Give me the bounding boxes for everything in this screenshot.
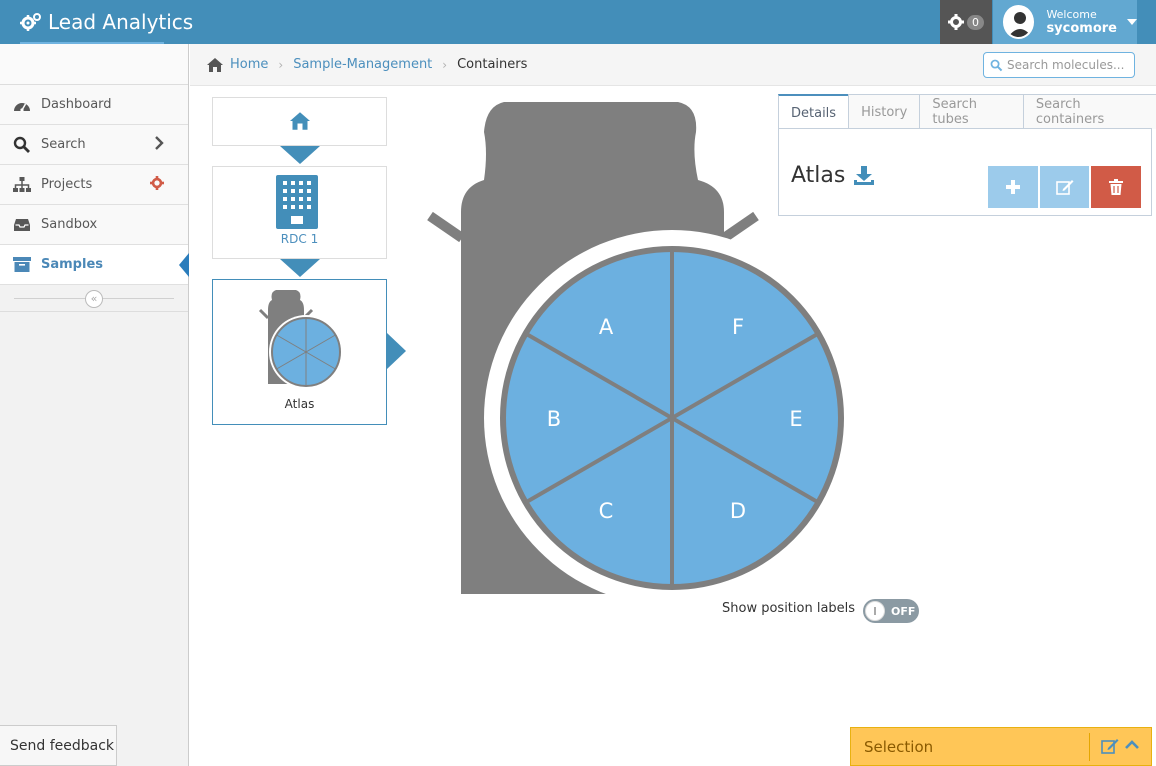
gear-icon[interactable] [150, 175, 164, 194]
hierarchy-home[interactable] [212, 97, 387, 146]
chevron-right-icon [154, 135, 164, 154]
position-c[interactable]: C [599, 499, 614, 523]
edit-icon [1055, 180, 1073, 195]
home-icon [290, 112, 310, 130]
position-b[interactable]: B [547, 407, 561, 431]
home-icon [207, 57, 223, 72]
double-chevron-left-icon[interactable]: « [85, 290, 103, 308]
settings-notifications[interactable]: 0 [940, 0, 992, 44]
cogs-icon [20, 13, 41, 31]
position-f[interactable]: F [732, 315, 744, 339]
details-tabs: Details History Search tubes Search cont… [778, 94, 1156, 130]
position-a[interactable]: A [599, 315, 614, 339]
breadcrumb-current: Containers [457, 57, 528, 72]
breadcrumb-home[interactable]: Home [230, 57, 268, 72]
sidebar-item-label: Sandbox [41, 217, 98, 232]
inbox-icon [12, 215, 32, 235]
hierarchy-building[interactable]: RDC 1 [212, 166, 387, 259]
hierarchy-container-atlas[interactable]: Atlas [212, 279, 387, 425]
position-labels-label: Show position labels [722, 601, 856, 616]
position-e[interactable]: E [789, 407, 802, 431]
add-button[interactable] [988, 166, 1038, 208]
breadcrumb-separator: › [278, 57, 284, 72]
sidebar-item-projects[interactable]: Projects [0, 165, 188, 205]
app-title: Lead Analytics [48, 10, 194, 34]
edit-button[interactable] [1039, 166, 1089, 208]
position-labels-toggle[interactable]: OFF [863, 599, 919, 623]
breadcrumb-separator: › [442, 57, 448, 72]
position-d[interactable]: D [730, 499, 746, 523]
tab-details[interactable]: Details [778, 94, 850, 130]
dashboard-icon [12, 95, 32, 115]
building-label: RDC 1 [280, 232, 319, 246]
plus-icon [1006, 180, 1020, 194]
dewar-handle-left [427, 211, 465, 243]
selection-panel[interactable]: Selection [850, 727, 1152, 766]
sidebar-collapse-row: « [0, 285, 188, 312]
tab-search-tubes[interactable]: Search tubes [919, 94, 1024, 129]
selection-label: Selection [864, 737, 934, 756]
hierarchy-arrow [280, 146, 320, 164]
search-icon [12, 135, 32, 155]
user-menu[interactable]: Welcome sycomore [993, 0, 1137, 44]
delete-button[interactable] [1091, 166, 1141, 208]
chevron-up-icon[interactable] [1125, 738, 1139, 752]
username: sycomore [1046, 21, 1117, 36]
search-icon [990, 59, 1003, 71]
edit-icon[interactable] [1101, 738, 1119, 754]
sidebar-item-label: Projects [41, 177, 93, 192]
sidebar-item-label: Dashboard [41, 97, 112, 112]
tab-search-containers[interactable]: Search containers [1022, 94, 1156, 129]
caret-down-icon [1127, 19, 1137, 25]
top-navbar: Lead Analytics 0 Welcome sycomore [0, 0, 1156, 44]
trash-icon [1109, 179, 1123, 195]
dewar-thumbnail-icon [258, 290, 343, 389]
gear-icon [948, 14, 964, 30]
sidebar-item-dashboard[interactable]: Dashboard [0, 85, 188, 125]
selection-actions [1101, 738, 1139, 754]
sitemap-icon [12, 175, 32, 195]
selected-arrow [387, 333, 406, 369]
container-title: Atlas [791, 163, 875, 188]
sidebar-item-samples[interactable]: Samples [0, 245, 189, 285]
breadcrumb-sample-management[interactable]: Sample-Management [293, 57, 432, 72]
toggle-knob [865, 601, 885, 621]
container-label: Atlas [284, 397, 315, 411]
archive-icon [12, 255, 32, 275]
send-feedback-label: Send feedback [10, 737, 115, 754]
send-feedback-button[interactable]: Send feedback [0, 725, 117, 766]
sidebar-item-search[interactable]: Search [0, 125, 188, 165]
user-welcome: Welcome sycomore [1046, 8, 1117, 36]
dewar-handle-right [721, 211, 759, 243]
avatar [1003, 5, 1035, 39]
welcome-text: Welcome [1046, 8, 1097, 21]
download-icon[interactable] [853, 165, 875, 187]
sidebar-item-sandbox[interactable]: Sandbox [0, 205, 188, 245]
sidebar-shortcuts [0, 44, 188, 85]
building-icon [276, 175, 318, 229]
details-panel: Atlas [778, 128, 1152, 216]
sidebar-item-label: Samples [41, 257, 103, 272]
molecule-search[interactable] [983, 52, 1135, 78]
search-input[interactable] [1007, 58, 1127, 72]
sidebar: Dashboard Search Projects Sandbox Sample… [0, 44, 189, 766]
tab-history[interactable]: History [848, 94, 921, 129]
hierarchy-arrow [280, 259, 320, 277]
notification-badge: 0 [967, 14, 984, 30]
container-title-text: Atlas [791, 163, 846, 188]
toggle-state: OFF [891, 604, 916, 618]
brand[interactable]: Lead Analytics [20, 0, 193, 44]
sidebar-item-label: Search [41, 137, 86, 152]
divider [1089, 733, 1090, 761]
